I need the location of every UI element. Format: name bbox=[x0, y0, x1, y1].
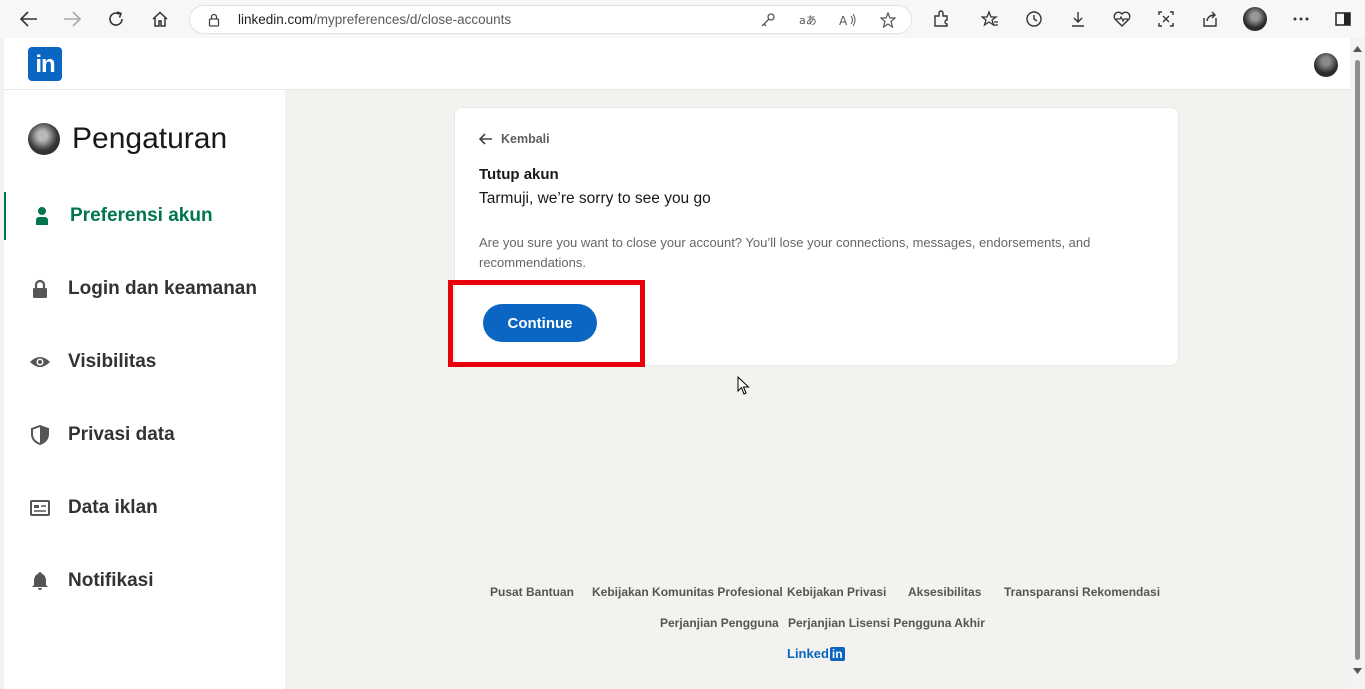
page-title: Pengaturan bbox=[72, 122, 228, 155]
footer-logo-text: Linked bbox=[787, 646, 829, 661]
sidebar-item-label: Privasi data bbox=[68, 424, 175, 445]
person-icon bbox=[30, 204, 54, 228]
lock-icon[interactable] bbox=[204, 11, 224, 29]
download-icon[interactable] bbox=[1066, 7, 1090, 31]
favorite-star-icon[interactable] bbox=[878, 11, 898, 29]
sidebar-item-label: Preferensi akun bbox=[70, 205, 213, 226]
translate-icon[interactable]: aあ bbox=[798, 11, 818, 29]
footer-link-aksesibilitas[interactable]: Aksesibilitas bbox=[908, 585, 981, 599]
footer-link-pusat-bantuan[interactable]: Pusat Bantuan bbox=[490, 585, 574, 599]
card-description: Are you sure you want to close your acco… bbox=[479, 235, 1091, 270]
browser-toolbar: linkedin.com/mypreferences/d/close-accou… bbox=[0, 0, 1365, 38]
footer-logo-in: in bbox=[829, 646, 845, 661]
card-subtitle: Tarmuji, we’re sorry to see you go bbox=[479, 190, 711, 207]
linkedin-logo[interactable]: in bbox=[28, 47, 62, 81]
back-label: Kembali bbox=[501, 132, 550, 146]
scroll-up-icon[interactable] bbox=[1352, 44, 1363, 54]
scrollbar-thumb[interactable] bbox=[1355, 60, 1360, 660]
svg-text:aあ: aあ bbox=[799, 14, 817, 27]
header-avatar[interactable] bbox=[1314, 53, 1338, 77]
footer-link-perjanjian-pengguna[interactable]: Perjanjian Pengguna bbox=[660, 616, 779, 630]
sidebar-item-label: Login dan keamanan bbox=[68, 278, 257, 299]
back-arrow-icon[interactable] bbox=[16, 7, 42, 31]
sidebar-item-label: Visibilitas bbox=[68, 351, 157, 372]
sidebar-item-notifikasi[interactable]: Notifikasi bbox=[4, 557, 285, 605]
svg-text:A: A bbox=[839, 14, 848, 27]
lock-icon bbox=[28, 277, 52, 301]
more-menu-icon[interactable] bbox=[1289, 7, 1313, 31]
share-icon[interactable] bbox=[1198, 7, 1222, 31]
ad-icon bbox=[28, 496, 52, 520]
forward-arrow-icon[interactable] bbox=[59, 7, 85, 31]
profile-avatar-icon[interactable] bbox=[1243, 7, 1267, 31]
sidebar-item-login-dan-keamanan[interactable]: Login dan keamanan bbox=[4, 265, 285, 313]
screenshot-icon[interactable] bbox=[1154, 7, 1178, 31]
url-text: linkedin.com/mypreferences/d/close-accou… bbox=[238, 12, 512, 27]
bell-icon bbox=[28, 569, 52, 593]
performance-heart-icon[interactable] bbox=[1110, 7, 1134, 31]
back-arrow-icon bbox=[479, 133, 493, 145]
settings-sidebar: Pengaturan Preferensi akun Login dan kea… bbox=[4, 90, 285, 689]
scroll-down-icon[interactable] bbox=[1352, 666, 1363, 676]
footer-link-perjanjian-lisensi[interactable]: Perjanjian Lisensi Pengguna Akhir bbox=[788, 616, 985, 630]
back-link[interactable]: Kembali bbox=[479, 132, 550, 146]
shield-icon bbox=[28, 423, 52, 447]
sidebar-item-label: Data iklan bbox=[68, 497, 158, 518]
home-icon[interactable] bbox=[147, 7, 173, 31]
read-aloud-icon[interactable]: A bbox=[838, 11, 858, 29]
footer-link-kebijakan-privasi[interactable]: Kebijakan Privasi bbox=[787, 585, 886, 599]
footer-linkedin-logo[interactable]: Linked in bbox=[787, 646, 845, 661]
address-bar[interactable]: linkedin.com/mypreferences/d/close-accou… bbox=[189, 5, 912, 34]
avatar bbox=[28, 123, 60, 155]
card-title: Tutup akun bbox=[479, 166, 559, 183]
footer-link-kebijakan-komunitas[interactable]: Kebijakan Komunitas Profesional bbox=[592, 585, 783, 599]
highlight-box bbox=[448, 280, 645, 367]
sidebar-header: Pengaturan bbox=[28, 122, 227, 156]
sidebar-item-label: Notifikasi bbox=[68, 570, 154, 591]
mouse-cursor-icon bbox=[737, 376, 750, 395]
history-icon[interactable] bbox=[1022, 7, 1046, 31]
sidebar-item-data-iklan[interactable]: Data iklan bbox=[4, 484, 285, 532]
extensions-icon[interactable] bbox=[929, 7, 953, 31]
sidebar-item-privasi-data[interactable]: Privasi data bbox=[4, 411, 285, 459]
sidebar-item-preferensi-akun[interactable]: Preferensi akun bbox=[4, 192, 285, 240]
eye-icon bbox=[28, 350, 52, 374]
linkedin-header: in bbox=[4, 38, 1350, 90]
key-icon[interactable] bbox=[758, 11, 778, 29]
sidebar-toggle-icon[interactable] bbox=[1331, 7, 1355, 31]
footer-link-transparansi-rekomendasi[interactable]: Transparansi Rekomendasi bbox=[1004, 585, 1160, 599]
sidebar-item-visibilitas[interactable]: Visibilitas bbox=[4, 338, 285, 386]
refresh-icon[interactable] bbox=[103, 7, 129, 31]
favorites-icon[interactable] bbox=[978, 7, 1002, 31]
